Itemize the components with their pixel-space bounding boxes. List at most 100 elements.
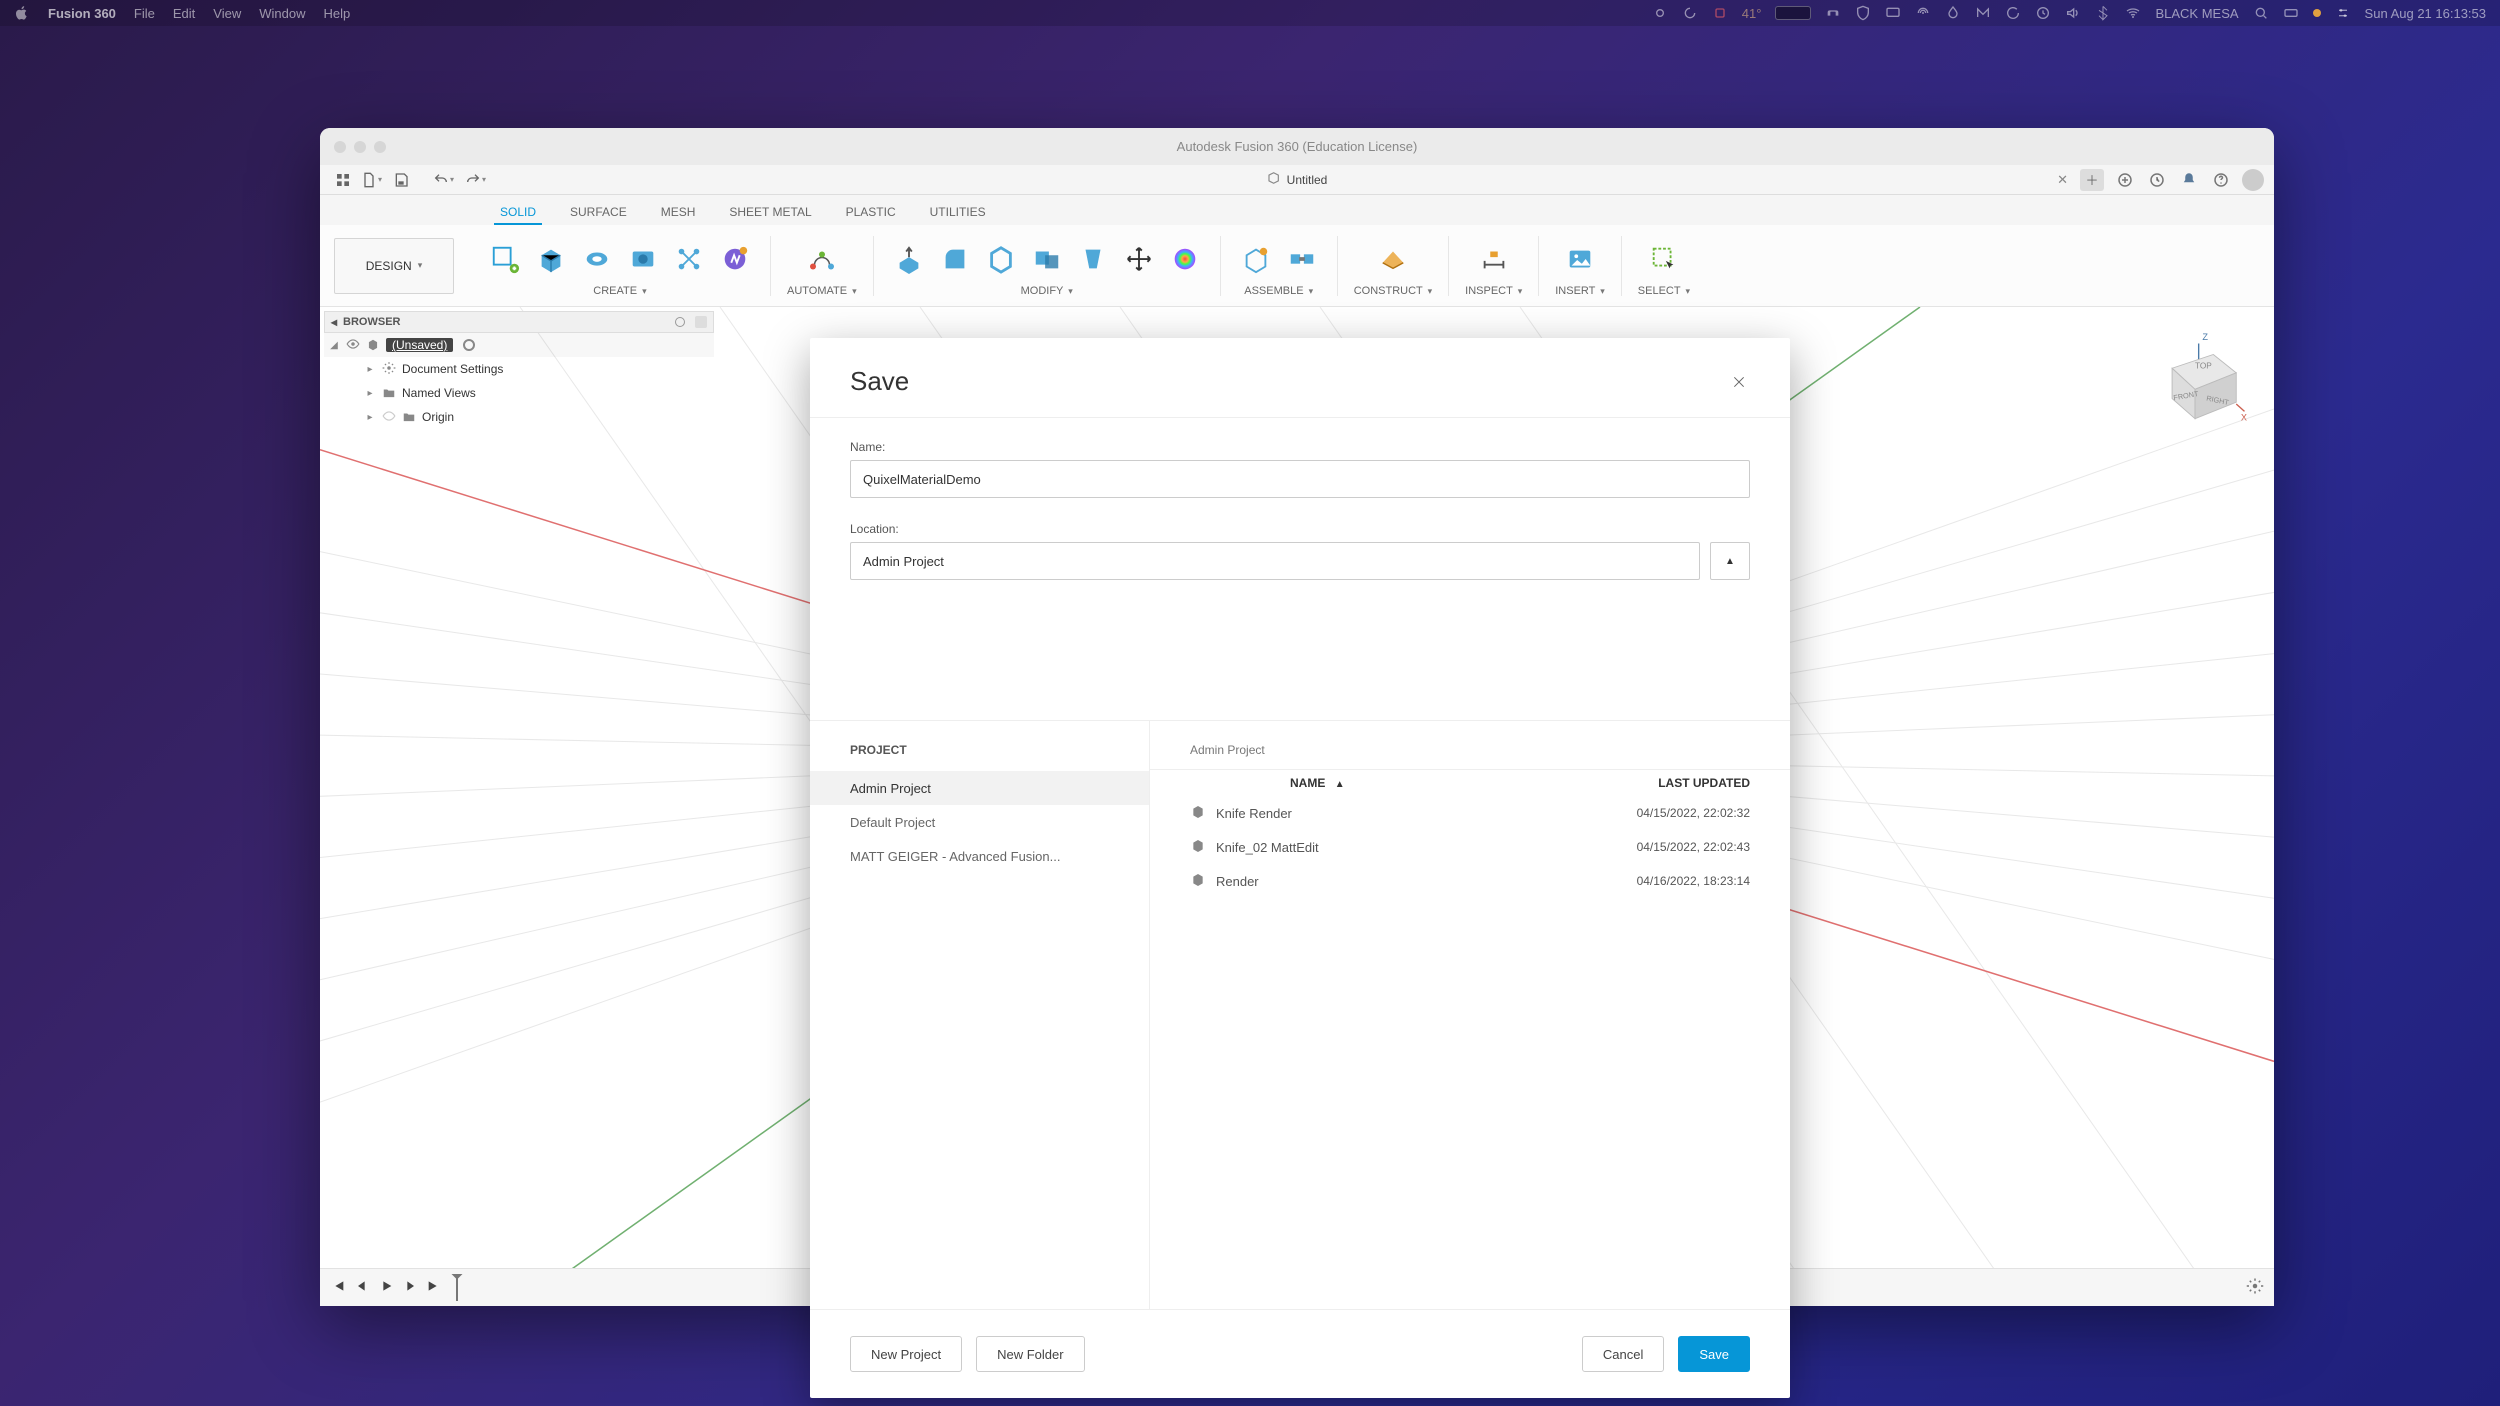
- search-small-icon[interactable]: [675, 317, 685, 327]
- sort-ascending-icon[interactable]: ▲: [1335, 779, 1345, 790]
- display-icon[interactable]: [1885, 5, 1901, 21]
- menu-view[interactable]: View: [213, 6, 241, 21]
- twisty-icon[interactable]: ◢: [328, 340, 340, 351]
- new-tab-button[interactable]: ＋: [2080, 169, 2104, 191]
- joint-icon[interactable]: [1283, 240, 1321, 278]
- save-button[interactable]: Save: [1678, 1336, 1750, 1372]
- tree-item-origin[interactable]: ▸ Origin: [324, 405, 714, 429]
- drop-icon[interactable]: [1945, 5, 1961, 21]
- timeline-next-icon[interactable]: [402, 1278, 418, 1297]
- apple-logo-icon[interactable]: [14, 5, 30, 21]
- timeline-marker[interactable]: [456, 1275, 458, 1301]
- project-item-default[interactable]: Default Project: [810, 805, 1149, 839]
- group-label-select[interactable]: SELECT: [1638, 285, 1681, 297]
- browser-header[interactable]: ◂ BROWSER: [324, 311, 714, 333]
- timeline-settings-icon[interactable]: [2246, 1277, 2264, 1298]
- extensions-icon[interactable]: [2114, 169, 2136, 191]
- tab-surface[interactable]: SURFACE: [570, 205, 627, 219]
- timeline-play-icon[interactable]: [378, 1278, 394, 1297]
- dot-icon[interactable]: [2313, 9, 2321, 17]
- cancel-button[interactable]: Cancel: [1582, 1336, 1664, 1372]
- notifications-icon[interactable]: [2178, 169, 2200, 191]
- name-input[interactable]: [850, 460, 1750, 498]
- control-center-icon[interactable]: [2335, 5, 2351, 21]
- group-label-modify[interactable]: MODIFY: [1021, 285, 1064, 297]
- file-row[interactable]: Knife Render 04/15/2022, 22:02:32: [1150, 796, 1790, 830]
- broadcast-icon[interactable]: [1915, 5, 1931, 21]
- save-icon[interactable]: [388, 168, 414, 192]
- viewcube[interactable]: Z TOP FRONT RIGHT X: [2140, 327, 2250, 437]
- combine-icon[interactable]: [1028, 240, 1066, 278]
- file-row[interactable]: Render 04/16/2022, 18:23:14: [1150, 864, 1790, 898]
- emboss-icon[interactable]: [716, 240, 754, 278]
- tree-item-named-views[interactable]: ▸ Named Views: [324, 381, 714, 405]
- twisty-icon[interactable]: ▸: [364, 388, 376, 399]
- group-label-construct[interactable]: CONSTRUCT: [1354, 285, 1423, 297]
- shell-icon[interactable]: [982, 240, 1020, 278]
- fillet-icon[interactable]: [936, 240, 974, 278]
- twisty-icon[interactable]: ▸: [364, 364, 376, 375]
- document-tab[interactable]: Untitled: [1257, 167, 1338, 192]
- shield-icon[interactable]: [1855, 5, 1871, 21]
- new-folder-button[interactable]: New Folder: [976, 1336, 1084, 1372]
- bluetooth-icon[interactable]: [2095, 5, 2111, 21]
- construct-plane-icon[interactable]: [1374, 240, 1412, 278]
- keyboard-icon[interactable]: [2283, 5, 2299, 21]
- extrude-icon[interactable]: [532, 240, 570, 278]
- menu-help[interactable]: Help: [323, 6, 350, 21]
- collapse-arrow-icon[interactable]: ◂: [331, 315, 337, 329]
- job-status-icon[interactable]: [2146, 169, 2168, 191]
- group-label-create[interactable]: CREATE: [593, 285, 637, 297]
- new-project-button[interactable]: New Project: [850, 1336, 962, 1372]
- tree-root[interactable]: ◢ (Unsaved): [324, 333, 714, 357]
- pattern-icon[interactable]: [670, 240, 708, 278]
- timeline-prev-icon[interactable]: [354, 1278, 370, 1297]
- record-icon[interactable]: [1652, 5, 1668, 21]
- tree-item-document-settings[interactable]: ▸ Document Settings: [324, 357, 714, 381]
- sketch-icon[interactable]: [486, 240, 524, 278]
- search-icon[interactable]: [2253, 5, 2269, 21]
- volume-icon[interactable]: [2065, 5, 2081, 21]
- timeline-first-icon[interactable]: [330, 1278, 346, 1297]
- binoculars-icon[interactable]: [1825, 5, 1841, 21]
- close-button[interactable]: [1728, 371, 1750, 393]
- menubar-temperature[interactable]: 41°: [1742, 6, 1762, 21]
- menubar-hostname[interactable]: BLACK MESA: [2155, 6, 2238, 21]
- breadcrumb[interactable]: Admin Project: [1150, 721, 1790, 769]
- twisty-icon[interactable]: ▸: [364, 412, 376, 423]
- sync-icon[interactable]: [1682, 5, 1698, 21]
- presspull-icon[interactable]: [890, 240, 928, 278]
- eye-icon[interactable]: [346, 337, 360, 354]
- menubar-datetime[interactable]: Sun Aug 21 16:13:53: [2365, 6, 2486, 21]
- tab-sheetmetal[interactable]: SHEET METAL: [729, 205, 811, 219]
- menu-window[interactable]: Window: [259, 6, 305, 21]
- avatar[interactable]: [2242, 169, 2264, 191]
- titlebar[interactable]: Autodesk Fusion 360 (Education License): [320, 128, 2274, 165]
- appearance-icon[interactable]: [1166, 240, 1204, 278]
- location-toggle-button[interactable]: ▲: [1710, 542, 1750, 580]
- clock-icon[interactable]: [2035, 5, 2051, 21]
- revolve-icon[interactable]: [578, 240, 616, 278]
- automate-icon[interactable]: [799, 240, 845, 278]
- refresh-icon[interactable]: [2005, 5, 2021, 21]
- column-date[interactable]: LAST UPDATED: [1550, 776, 1750, 790]
- eye-off-icon[interactable]: [382, 409, 396, 426]
- insert-decal-icon[interactable]: [1561, 240, 1599, 278]
- menu-app-name[interactable]: Fusion 360: [48, 6, 116, 21]
- draft-icon[interactable]: [1074, 240, 1112, 278]
- group-label-insert[interactable]: INSERT: [1555, 285, 1595, 297]
- help-icon[interactable]: [2210, 169, 2232, 191]
- battery-icon[interactable]: [1775, 6, 1811, 20]
- location-input[interactable]: [850, 542, 1700, 580]
- pin-icon[interactable]: [695, 316, 707, 328]
- group-label-inspect[interactable]: INSPECT: [1465, 285, 1512, 297]
- group-label-assemble[interactable]: ASSEMBLE: [1244, 285, 1303, 297]
- project-item-admin[interactable]: Admin Project: [810, 771, 1149, 805]
- menu-file[interactable]: File: [134, 6, 155, 21]
- column-name[interactable]: NAME: [1290, 776, 1325, 790]
- menu-edit[interactable]: Edit: [173, 6, 195, 21]
- wifi-icon[interactable]: [2125, 5, 2141, 21]
- group-label-automate[interactable]: AUTOMATE: [787, 285, 847, 297]
- select-icon[interactable]: [1645, 240, 1683, 278]
- file-row[interactable]: Knife_02 MattEdit 04/15/2022, 22:02:43: [1150, 830, 1790, 864]
